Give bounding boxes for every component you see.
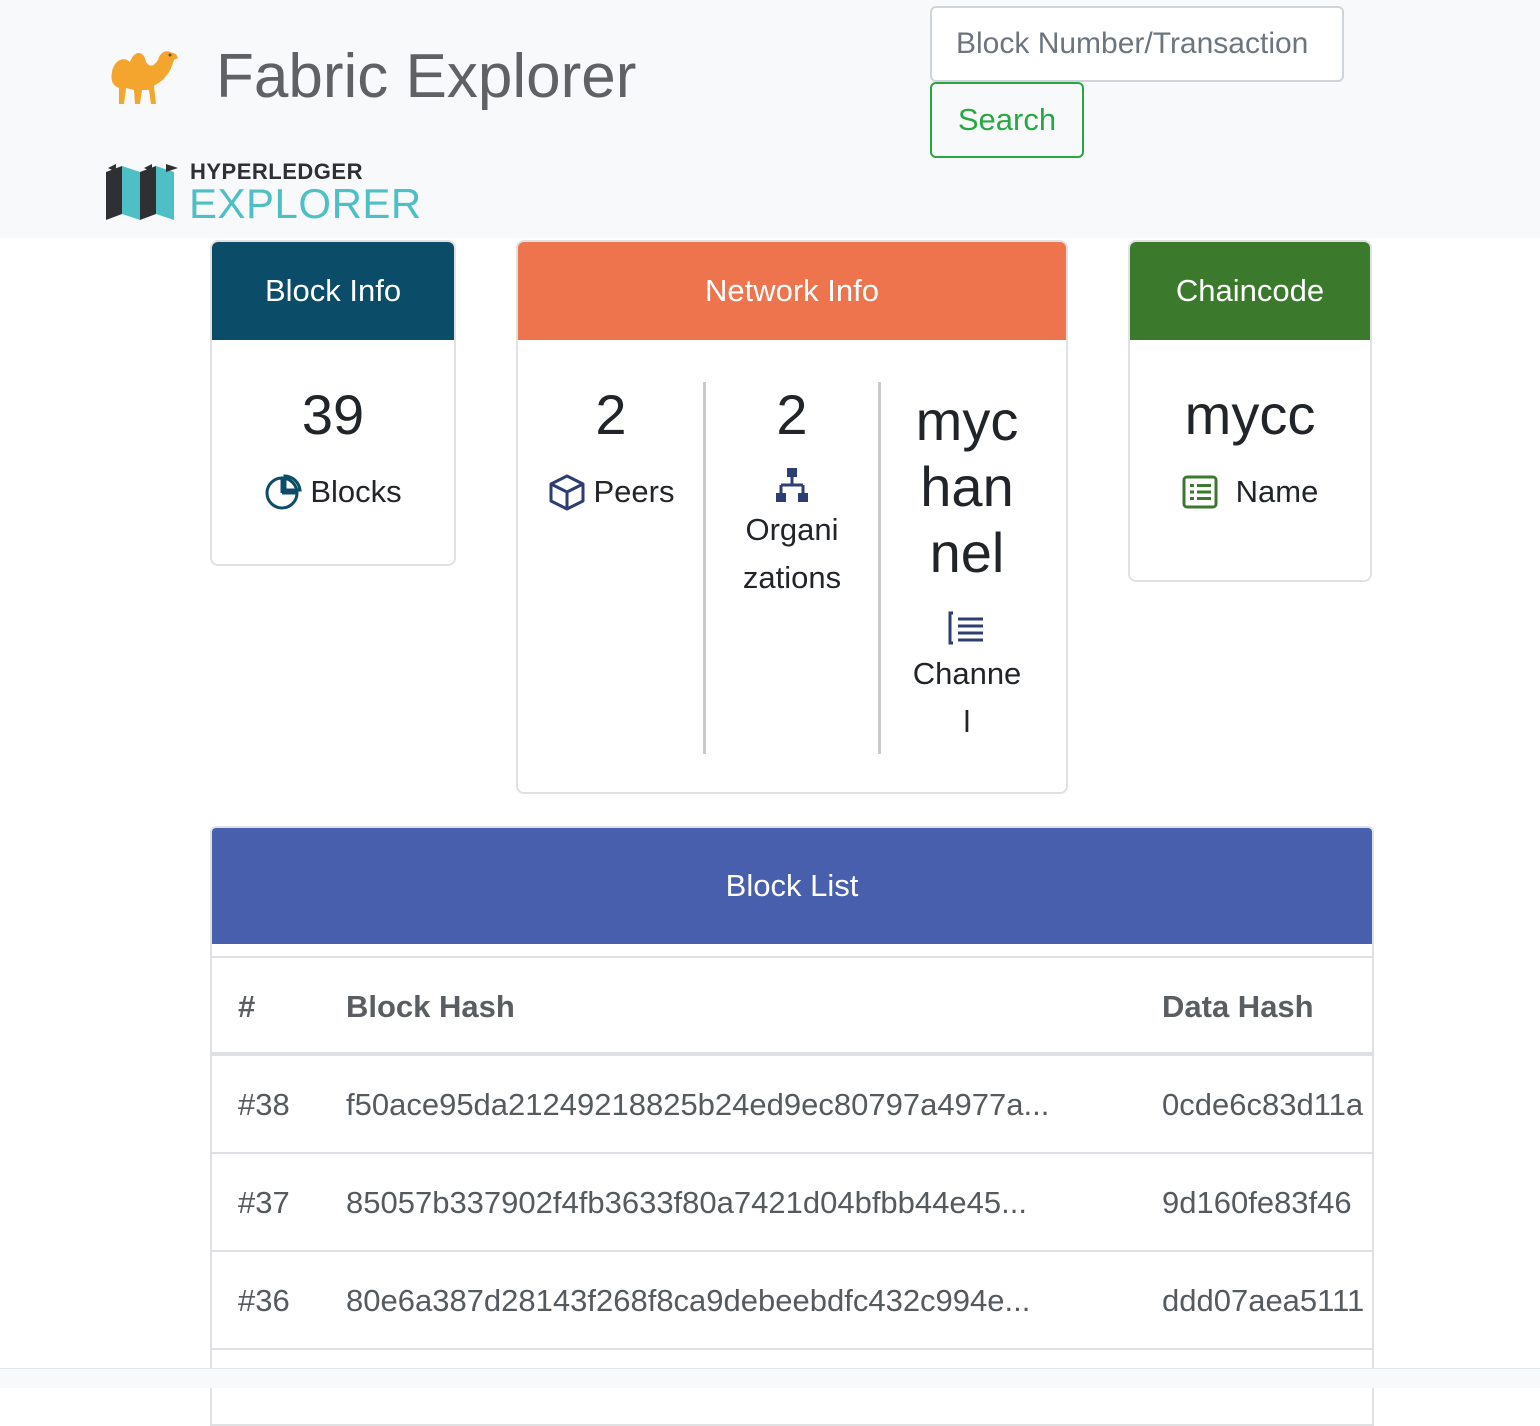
pie-chart-icon xyxy=(265,474,303,510)
chaincode-label: Name xyxy=(1235,474,1319,509)
table-row[interactable]: #37 85057b337902f4fb3633f80a7421d04bfbb4… xyxy=(212,1154,1372,1252)
channel-label-line1: Channe xyxy=(912,656,1022,691)
channel-stat: myc han nel Channe l xyxy=(881,388,1053,746)
block-hash-cell[interactable]: f50ace95da21249218825b24ed9ec80797a4977a… xyxy=(346,1056,1049,1152)
channel-label-line2: l xyxy=(963,704,971,739)
block-number-cell: #38 xyxy=(238,1087,290,1122)
block-list-card: Block List # Block Hash Data Hash #38 f5… xyxy=(210,826,1374,1426)
table-row[interactable]: #38 f50ace95da21249218825b24ed9ec80797a4… xyxy=(212,1056,1372,1154)
data-hash-cell[interactable]: 9d160fe83f46 xyxy=(1162,1154,1352,1250)
channel-name-line3: nel xyxy=(929,521,1005,584)
data-hash-cell[interactable]: 0cde6c83d11a xyxy=(1162,1056,1363,1152)
block-list-header: Block List xyxy=(212,828,1372,944)
column-header-block-hash[interactable]: Block Hash xyxy=(346,958,515,1052)
network-info-card: Network Info 2 Peers 2 Organi zations my… xyxy=(516,240,1068,794)
sitemap-icon xyxy=(776,468,808,502)
search-input[interactable] xyxy=(930,6,1344,82)
block-hash-cell[interactable]: 85057b337902f4fb3633f80a7421d04bfbb44e45… xyxy=(346,1154,1027,1250)
organizations-count: 2 xyxy=(776,383,808,446)
organizations-label-line2: zations xyxy=(742,560,842,595)
block-number-cell: #37 xyxy=(238,1185,290,1220)
data-hash-cell[interactable]: ddd07aea5111 xyxy=(1162,1252,1364,1348)
block-count: 39 xyxy=(301,383,365,446)
app-title: Fabric Explorer xyxy=(216,42,637,111)
peers-stat: 2 Peers xyxy=(518,382,704,516)
block-table: # Block Hash Data Hash #38 f50ace95da212… xyxy=(212,956,1372,1350)
block-info-header: Block Info xyxy=(212,242,454,340)
list-alt-icon xyxy=(1182,475,1218,509)
channel-name-line2: han xyxy=(920,455,1014,518)
organizations-stat: 2 Organi zations xyxy=(706,382,878,602)
peers-label: Peers xyxy=(593,474,675,509)
blocks-label: Blocks xyxy=(310,474,402,509)
hyperledger-logo-icon xyxy=(106,164,178,220)
block-hash-cell[interactable]: 80e6a387d28143f268f8ca9debeebdfc432c994e… xyxy=(346,1252,1030,1348)
explorer-wordmark: EXPLORER xyxy=(189,180,422,227)
column-header-number[interactable]: # xyxy=(238,958,255,1052)
peers-count: 2 xyxy=(595,383,627,446)
block-info-card: Block Info 39 Blocks xyxy=(210,240,456,566)
navbar: Fabric Explorer HYPERLEDGER EXPLORER Sea… xyxy=(0,0,1540,238)
channel-name-line1: myc xyxy=(915,389,1019,452)
column-header-data-hash[interactable]: Data Hash xyxy=(1162,958,1314,1052)
network-info-header: Network Info xyxy=(518,242,1066,340)
cube-icon xyxy=(549,474,584,511)
camel-icon xyxy=(111,51,178,104)
list-icon xyxy=(948,611,983,645)
table-header-row: # Block Hash Data Hash xyxy=(212,958,1372,1056)
chaincode-header: Chaincode xyxy=(1130,242,1370,340)
chaincode-card: Chaincode mycc Name xyxy=(1128,240,1372,582)
horizontal-scrollbar[interactable] xyxy=(0,1368,1540,1388)
organizations-label-line1: Organi xyxy=(745,512,839,547)
block-number-cell: #36 xyxy=(238,1283,290,1318)
table-row[interactable]: #36 80e6a387d28143f268f8ca9debeebdfc432c… xyxy=(212,1252,1372,1350)
search-button[interactable]: Search xyxy=(930,82,1084,158)
chaincode-name: mycc xyxy=(1184,383,1316,446)
